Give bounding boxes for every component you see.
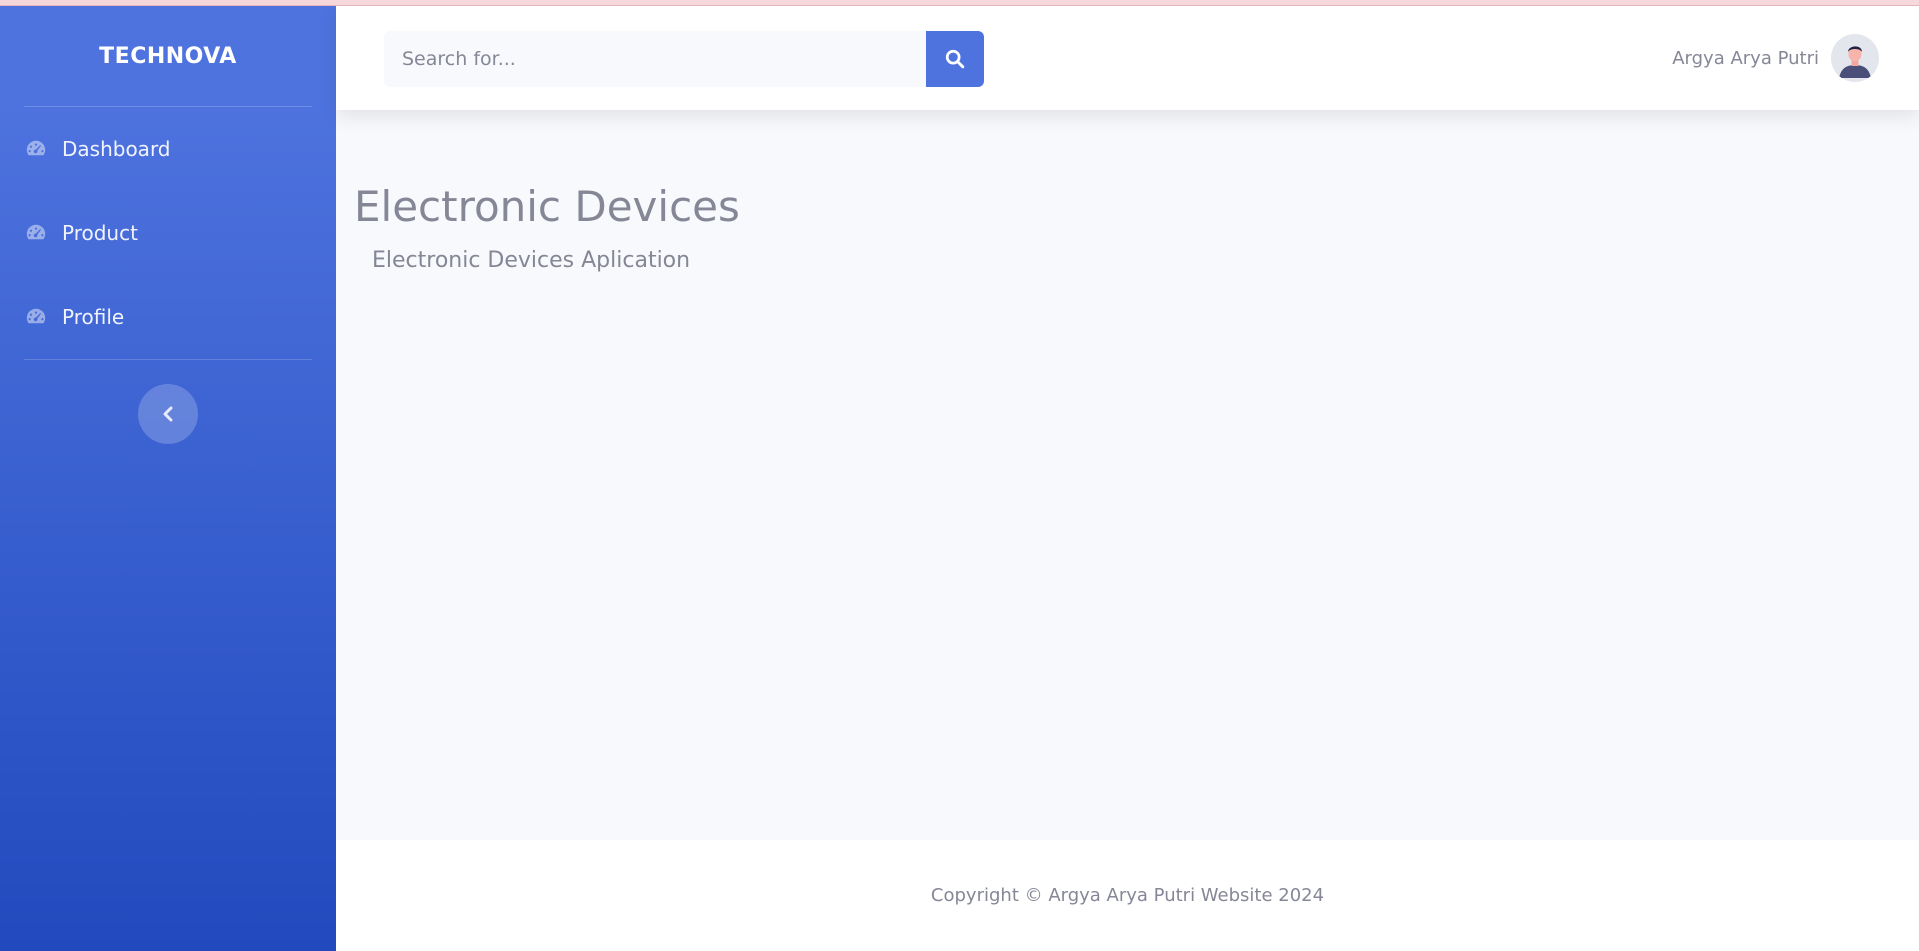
sidebar-item-label: Profile — [62, 305, 125, 329]
search-group — [384, 31, 984, 87]
sidebar-item-label: Product — [62, 221, 138, 245]
sidebar-item-product[interactable]: Product — [0, 191, 336, 275]
sidebar-toggle-button[interactable] — [138, 384, 198, 444]
sidebar-item-profile[interactable]: Profile — [0, 275, 336, 359]
footer: Copyright © Argya Arya Putri Website 202… — [336, 840, 1919, 951]
search-button[interactable] — [926, 31, 984, 87]
main-content: Electronic Devices Electronic Devices Ap… — [336, 110, 1919, 840]
tachometer-icon — [24, 305, 48, 329]
user-avatar[interactable] — [1831, 34, 1879, 82]
search-icon — [945, 49, 965, 69]
top-border-line — [0, 0, 1919, 6]
user-name: Argya Arya Putri — [1672, 47, 1819, 69]
sidebar-toggle-wrapper — [0, 360, 336, 444]
copyright-text: Copyright © Argya Arya Putri Website 202… — [930, 885, 1325, 906]
sidebar-item-dashboard[interactable]: Dashboard — [0, 107, 336, 191]
brand-logo[interactable]: TECHNOVA — [0, 6, 336, 106]
tachometer-icon — [24, 221, 48, 245]
topbar: Argya Arya Putri — [336, 6, 1919, 110]
sidebar: TECHNOVA Dashboard Product Profile — [0, 6, 336, 951]
search-input[interactable] — [384, 31, 926, 87]
sidebar-item-label: Dashboard — [62, 137, 171, 161]
tachometer-icon — [24, 137, 48, 161]
chevron-left-icon — [163, 406, 173, 422]
page-subtitle: Electronic Devices Aplication — [372, 248, 691, 273]
page-title: Electronic Devices — [354, 182, 740, 231]
user-menu[interactable]: Argya Arya Putri — [1672, 34, 1879, 82]
